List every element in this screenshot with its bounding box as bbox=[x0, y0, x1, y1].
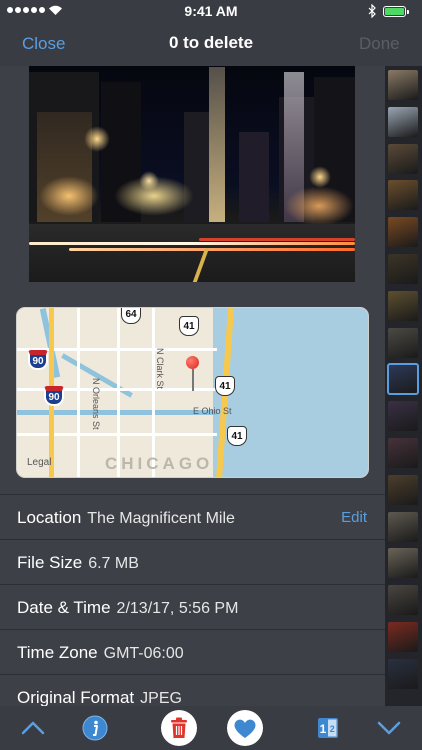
status-time: 9:41 AM bbox=[184, 3, 238, 19]
thumbnail-strip[interactable] bbox=[385, 66, 422, 706]
file-size-label: File Size bbox=[17, 553, 83, 572]
thumbnail-item[interactable] bbox=[388, 511, 418, 542]
street-label: N Clark St bbox=[155, 348, 165, 390]
thumbnail-item[interactable] bbox=[388, 401, 418, 432]
detail-row-file-size: File Size 6.7 MB bbox=[0, 539, 385, 584]
thumbnail-item[interactable] bbox=[388, 180, 418, 211]
heart-icon bbox=[234, 719, 256, 738]
map-pin-icon[interactable] bbox=[186, 356, 199, 391]
close-button[interactable]: Close bbox=[22, 34, 65, 54]
details-list: Location The Magnificent Mile Edit File S… bbox=[0, 494, 385, 706]
detail-row-original-format: Original Format JPEG bbox=[0, 674, 385, 706]
street-label: E Ohio St bbox=[193, 406, 232, 416]
thumbnail-item[interactable] bbox=[388, 290, 418, 321]
svg-text:2: 2 bbox=[330, 724, 335, 734]
thumbnail-item[interactable] bbox=[388, 585, 418, 616]
trash-icon bbox=[171, 717, 187, 738]
route-shield-64: 64 bbox=[121, 308, 141, 324]
photo-detail-panel: 64 41 41 41 90 90 N Orleans St N Clark S… bbox=[0, 66, 385, 706]
thumbnail-item[interactable] bbox=[387, 363, 419, 396]
done-button[interactable]: Done bbox=[359, 34, 400, 54]
thumbnail-item[interactable] bbox=[388, 143, 418, 174]
info-icon bbox=[82, 715, 108, 741]
route-shield-41: 41 bbox=[227, 426, 247, 446]
thumbnail-item[interactable] bbox=[388, 70, 418, 100]
location-value: The Magnificent Mile bbox=[87, 510, 235, 527]
info-button[interactable] bbox=[80, 706, 110, 750]
next-button[interactable] bbox=[376, 706, 402, 750]
detail-row-date-time: Date & Time 2/13/17, 5:56 PM bbox=[0, 584, 385, 629]
status-bar: 9:41 AM bbox=[0, 0, 422, 22]
location-label: Location bbox=[17, 508, 82, 527]
date-time-label: Date & Time bbox=[17, 598, 111, 617]
date-time-value: 2/13/17, 5:56 PM bbox=[116, 600, 239, 617]
route-shield-41: 41 bbox=[215, 376, 235, 396]
thumbnail-item[interactable] bbox=[388, 438, 418, 468]
thumbnail-item[interactable] bbox=[388, 217, 418, 248]
compare-button[interactable]: 12 bbox=[316, 706, 340, 750]
interstate-shield-90: 90 bbox=[44, 386, 64, 406]
time-zone-value: GMT-06:00 bbox=[103, 645, 184, 662]
file-size-value: 6.7 MB bbox=[88, 555, 139, 572]
bluetooth-icon bbox=[368, 4, 376, 18]
time-zone-label: Time Zone bbox=[17, 643, 98, 662]
thumbnail-item[interactable] bbox=[388, 254, 418, 284]
route-shield-41: 41 bbox=[179, 316, 199, 336]
street-label: N Orleans St bbox=[91, 378, 101, 430]
thumbnail-item[interactable] bbox=[388, 106, 418, 137]
navigation-bar: Close 0 to delete Done bbox=[0, 22, 422, 66]
thumbnail-item[interactable] bbox=[388, 548, 418, 579]
original-format-value: JPEG bbox=[140, 690, 182, 706]
detail-row-location: Location The Magnificent Mile Edit bbox=[0, 494, 385, 539]
lake-michigan bbox=[213, 308, 368, 477]
original-format-label: Original Format bbox=[17, 688, 135, 706]
bottom-toolbar: 12 bbox=[0, 706, 422, 750]
location-map[interactable]: 64 41 41 41 90 90 N Orleans St N Clark S… bbox=[16, 307, 369, 478]
thumbnail-item[interactable] bbox=[388, 474, 418, 505]
interstate-shield-90: 90 bbox=[28, 350, 48, 370]
thumbnail-item[interactable] bbox=[388, 622, 418, 652]
map-legal-link[interactable]: Legal bbox=[27, 457, 51, 468]
previous-button[interactable] bbox=[16, 706, 50, 750]
edit-location-button[interactable]: Edit bbox=[341, 509, 367, 526]
thumbnail-item[interactable] bbox=[388, 658, 418, 689]
svg-text:1: 1 bbox=[320, 722, 327, 736]
thumbnail-item[interactable] bbox=[388, 327, 418, 358]
chevron-up-icon bbox=[21, 721, 45, 735]
detail-row-time-zone: Time Zone GMT-06:00 bbox=[0, 629, 385, 674]
battery-icon bbox=[383, 6, 409, 17]
favorite-button[interactable] bbox=[227, 706, 263, 750]
main-photo[interactable] bbox=[29, 66, 355, 282]
delete-button[interactable] bbox=[161, 706, 197, 750]
map-city-label: CHICAGO bbox=[105, 454, 214, 473]
chevron-down-icon bbox=[377, 721, 401, 735]
compare-icon: 12 bbox=[318, 718, 338, 738]
